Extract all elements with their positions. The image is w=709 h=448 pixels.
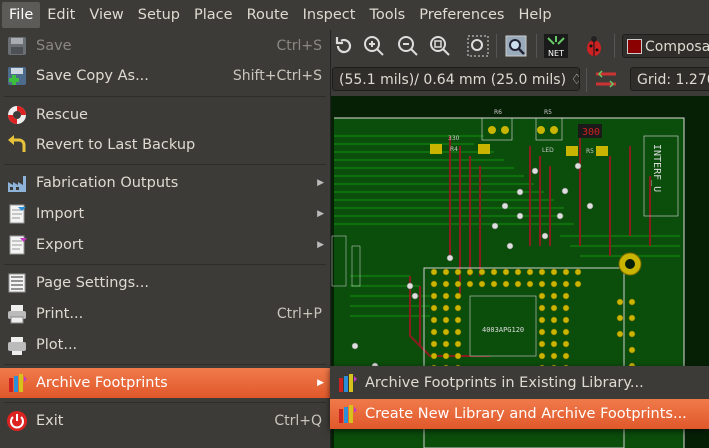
menu-item-save[interactable]: Save Ctrl+S xyxy=(0,31,330,61)
printer-icon xyxy=(8,305,26,324)
menu-view[interactable]: View xyxy=(82,0,130,30)
svg-text:R5: R5 xyxy=(586,148,594,155)
menu-item-archive-existing-library[interactable]: Archive Footprints in Existing Library..… xyxy=(330,368,709,398)
submenu-arrow-icon: ▶ xyxy=(317,378,324,388)
grid-select[interactable]: Grid: 1.270 xyxy=(630,67,709,91)
lifebuoy-icon xyxy=(8,106,26,124)
import-icon xyxy=(9,204,26,224)
archive-books-icon xyxy=(339,405,357,423)
main-toolbar: NET Composar xyxy=(330,30,709,62)
archive-books-icon xyxy=(9,374,27,392)
menu-item-fabrication-outputs[interactable]: Fabrication Outputs ▶ xyxy=(0,168,330,198)
redraw-icon[interactable] xyxy=(332,34,356,58)
svg-text:R6: R6 xyxy=(494,109,502,116)
archive-footprints-submenu: Archive Footprints in Existing Library..… xyxy=(330,366,709,429)
zoom-selection-icon[interactable] xyxy=(466,34,490,58)
submenu-arrow-icon: ▶ xyxy=(317,240,324,250)
layer-select[interactable]: Composar xyxy=(622,34,709,58)
power-icon xyxy=(7,411,27,431)
menu-item-export[interactable]: Export ▶ xyxy=(0,230,330,260)
menu-item-page-settings[interactable]: Page Settings... xyxy=(0,268,330,298)
track-width-icon[interactable] xyxy=(594,67,618,91)
svg-text:4003APG120: 4003APG120 xyxy=(482,326,524,334)
archive-books-icon xyxy=(339,374,357,392)
svg-text:R5: R5 xyxy=(544,109,552,116)
aux-toolbar: (55.1 mils)/ 0.64 mm (25.0 mils) ♢ Grid:… xyxy=(330,62,709,97)
find-icon[interactable] xyxy=(504,34,528,58)
menu-bar: File Edit View Setup Place Route Inspect… xyxy=(0,0,709,30)
svg-text:300: 300 xyxy=(582,127,600,138)
menu-place[interactable]: Place xyxy=(187,0,240,30)
menu-tools[interactable]: Tools xyxy=(362,0,412,30)
export-icon xyxy=(9,235,27,255)
factory-icon xyxy=(8,176,26,192)
menu-edit[interactable]: Edit xyxy=(40,0,82,30)
menu-file[interactable]: File xyxy=(2,2,41,28)
svg-text:LED: LED xyxy=(542,147,554,154)
menu-item-create-new-library[interactable]: Create New Library and Archive Footprint… xyxy=(330,399,709,429)
erc-bug-icon[interactable] xyxy=(582,34,606,58)
menu-item-revert[interactable]: Revert to Last Backup xyxy=(0,130,330,160)
menu-route[interactable]: Route xyxy=(240,0,296,30)
menu-item-plot[interactable]: Plot... xyxy=(0,330,330,360)
svg-text:330: 330 xyxy=(448,135,460,142)
revert-arrow-icon xyxy=(8,135,26,152)
menu-inspect[interactable]: Inspect xyxy=(296,0,363,30)
save-icon xyxy=(8,37,26,55)
plotter-icon xyxy=(8,337,26,355)
menu-item-print[interactable]: Print... Ctrl+P xyxy=(0,299,330,329)
menu-item-rescue[interactable]: Rescue xyxy=(0,100,330,130)
menu-item-import[interactable]: Import ▶ xyxy=(0,199,330,229)
menu-item-exit[interactable]: Exit Ctrl+Q xyxy=(0,406,330,436)
submenu-arrow-icon: ▶ xyxy=(317,209,324,219)
menu-preferences[interactable]: Preferences xyxy=(412,0,511,30)
zoom-out-icon[interactable] xyxy=(396,34,420,58)
netlist-icon[interactable]: NET xyxy=(544,34,568,58)
track-width-select[interactable]: (55.1 mils)/ 0.64 mm (25.0 mils) ♢ xyxy=(332,67,580,91)
svg-text:NET: NET xyxy=(548,49,564,58)
zoom-in-icon[interactable] xyxy=(362,34,386,58)
svg-text:INTERF_U: INTERF_U xyxy=(651,144,662,192)
menu-item-archive-footprints[interactable]: Archive Footprints ▶ xyxy=(0,368,330,398)
menu-setup[interactable]: Setup xyxy=(131,0,187,30)
svg-text:R4: R4 xyxy=(450,146,458,153)
page-settings-icon xyxy=(8,273,26,293)
menu-item-save-copy[interactable]: Save Copy As... Shift+Ctrl+S xyxy=(0,61,330,91)
menu-help[interactable]: Help xyxy=(511,0,558,30)
file-menu: Save Ctrl+S Save Copy As... Shift+Ctrl+S… xyxy=(0,30,331,448)
save-copy-icon xyxy=(8,67,26,85)
submenu-arrow-icon: ▶ xyxy=(317,178,324,188)
zoom-fit-icon[interactable] xyxy=(428,34,452,58)
